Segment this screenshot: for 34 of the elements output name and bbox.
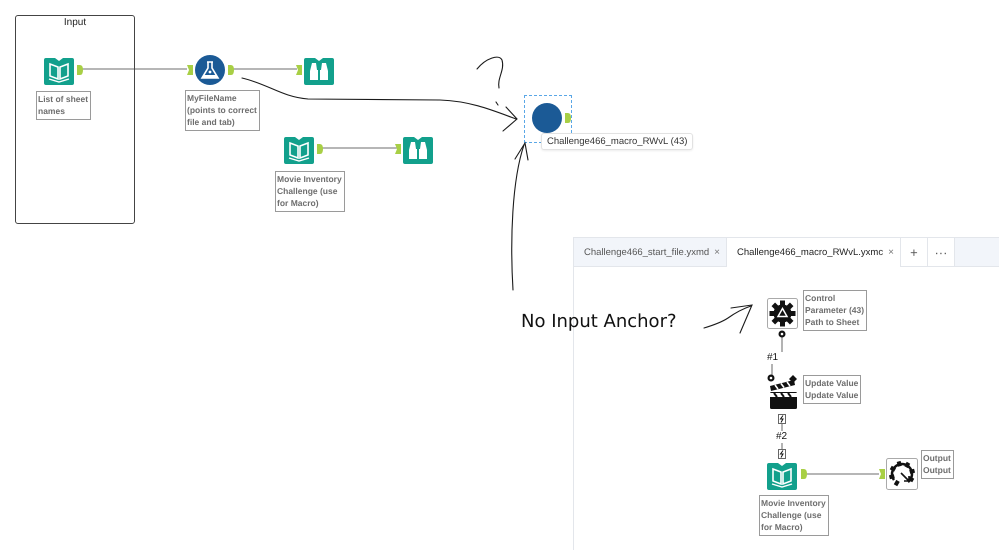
connection-line xyxy=(807,473,879,475)
connection-label: #2 xyxy=(776,431,788,442)
node-label: Update Value Update Value xyxy=(803,375,862,404)
binoculars-icon[interactable] xyxy=(304,55,334,85)
gear-output-icon[interactable] xyxy=(886,458,918,490)
connection-line xyxy=(781,337,783,352)
more-button[interactable]: ··· xyxy=(928,238,955,266)
tooltip: Challenge466_macro_RWvL (43) xyxy=(541,133,694,150)
flask-icon[interactable] xyxy=(195,55,225,85)
node-label: Movie Inventory Challenge (use for Macro) xyxy=(759,495,829,536)
anchor-icon[interactable] xyxy=(767,374,775,382)
question-mark-drawing xyxy=(476,56,504,106)
binoculars-icon[interactable] xyxy=(403,134,433,164)
annotation-text: No Input Anchor? xyxy=(521,311,677,332)
node-label: Control Parameter (43) Path to Sheet xyxy=(803,290,868,331)
clapperboard-icon[interactable] xyxy=(768,375,799,410)
connection-label: #1 xyxy=(767,352,778,363)
add-tab-button[interactable]: + xyxy=(900,238,928,266)
book-icon[interactable] xyxy=(284,134,314,164)
macro-node[interactable] xyxy=(532,103,562,133)
node-label: MyFileName (points to correct file and tab) xyxy=(185,90,260,131)
lightning-anchor-icon[interactable] xyxy=(778,414,786,424)
anchor-icon[interactable] xyxy=(778,330,786,338)
gear-icon[interactable] xyxy=(767,298,798,329)
tab[interactable]: Challenge466_macro_RWvL.yxmc × xyxy=(727,238,901,267)
container-title: Input xyxy=(64,17,86,30)
connection-line xyxy=(771,364,773,375)
close-icon[interactable]: × xyxy=(714,246,720,258)
node-label: Output Output xyxy=(921,450,954,479)
book-icon[interactable] xyxy=(44,55,74,85)
close-icon[interactable]: × xyxy=(888,247,894,258)
node-label: List of sheet names xyxy=(36,91,92,120)
node-label: Movie Inventory Challenge (use for Macro) xyxy=(275,171,345,212)
lightning-anchor-icon[interactable] xyxy=(778,449,786,459)
